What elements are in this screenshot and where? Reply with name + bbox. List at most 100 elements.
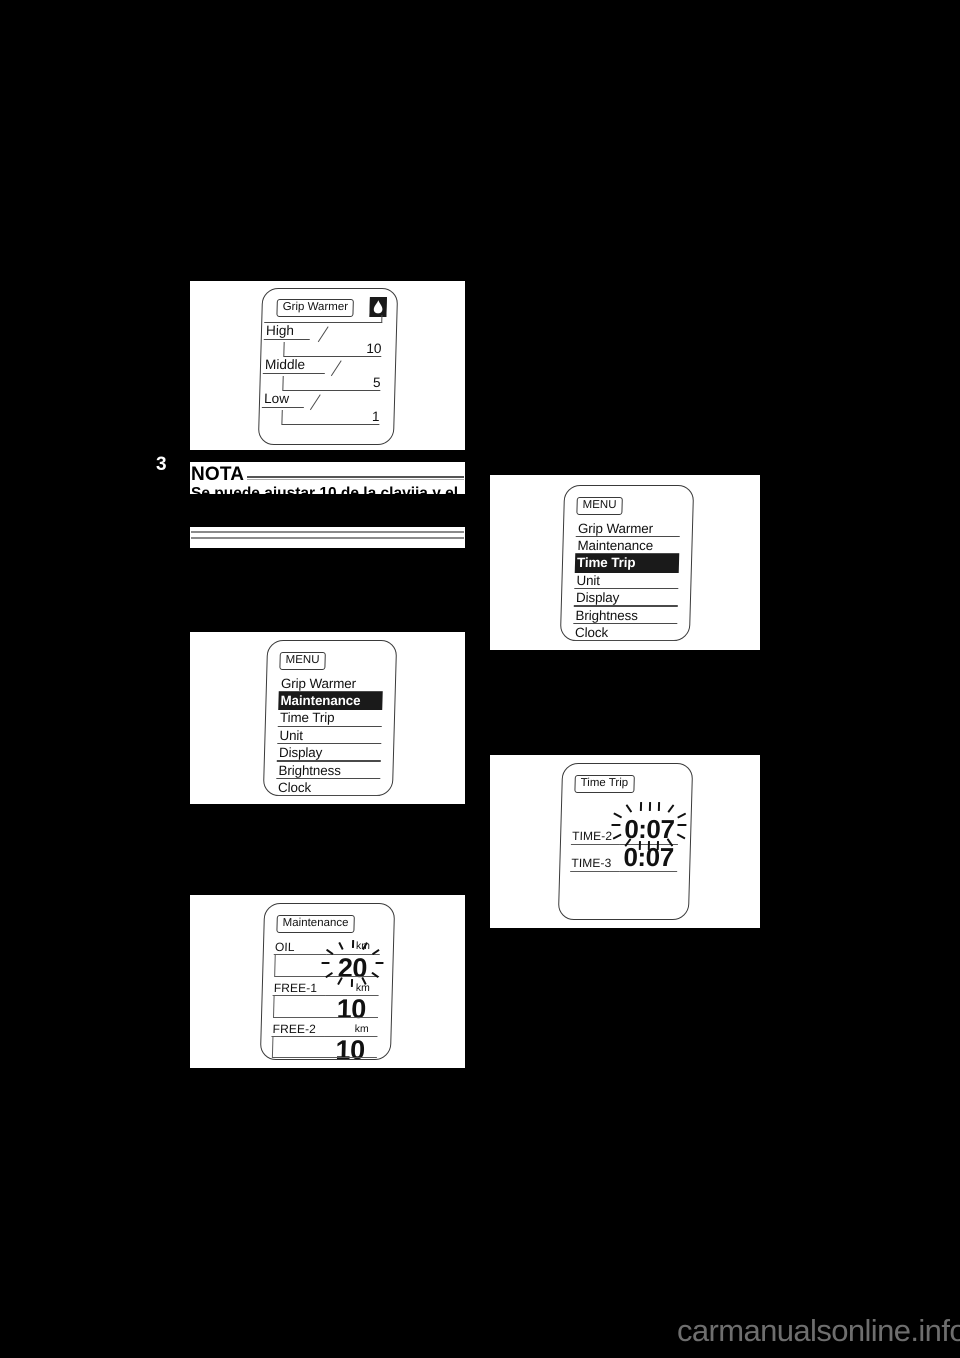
maintenance-unit-free2: km bbox=[354, 1023, 369, 1035]
menu-item-label: Unit bbox=[576, 572, 601, 588]
screen-title-chip: Time Trip bbox=[574, 775, 635, 793]
level-value-high: 10 bbox=[366, 341, 382, 356]
menu-item-label: Grip Warmer bbox=[577, 520, 654, 536]
level-rule-high bbox=[263, 339, 310, 341]
menu-item-brightness[interactable]: Brightness bbox=[571, 608, 679, 625]
menu-list: Grip Warmer Maintenance Time Trip Unit D… bbox=[571, 521, 682, 643]
lcd-screen-maintenance: Maintenance OIL km 20 FREE-1 km 10 FREE-… bbox=[259, 903, 396, 1065]
screen-title-chip: Grip Warmer bbox=[276, 299, 355, 317]
level-tick-low bbox=[281, 410, 284, 424]
figure-grip-warmer-levels: Grip Warmer High 10 Middle 5 Low 1 bbox=[190, 281, 465, 450]
menu-item-label: Clock bbox=[574, 624, 609, 640]
figure-maintenance-readout: Maintenance OIL km 20 FREE-1 km 10 FREE-… bbox=[190, 895, 465, 1068]
menu-item-brightness[interactable]: Brightness bbox=[274, 763, 382, 780]
maintenance-unit-oil: km bbox=[355, 940, 371, 952]
menu-item-label: Time Trip bbox=[279, 710, 335, 726]
lcd-screen-menu-maintenance: MENU Grip Warmer Maintenance Time Trip U… bbox=[262, 640, 398, 798]
menu-item-clock[interactable]: Clock bbox=[571, 625, 679, 642]
maintenance-rule-oil-left bbox=[273, 954, 327, 956]
menu-item-rule bbox=[276, 760, 381, 762]
menu-item-label: Clock bbox=[277, 779, 312, 795]
heat-icon bbox=[369, 297, 387, 317]
maintenance-tick-free2 bbox=[271, 1037, 274, 1057]
menu-item-clock[interactable]: Clock bbox=[274, 780, 382, 797]
menu-item-rule bbox=[277, 725, 382, 727]
menu-item-label: Time Trip bbox=[576, 555, 636, 571]
figure-menu-maintenance: MENU Grip Warmer Maintenance Time Trip U… bbox=[190, 632, 465, 804]
maintenance-unit-free1: km bbox=[355, 982, 370, 994]
maintenance-underline-free1 bbox=[272, 1017, 379, 1019]
menu-item-maintenance[interactable]: Maintenance bbox=[573, 538, 681, 555]
maintenance-value-free1: 10 bbox=[336, 994, 367, 1024]
level-label-low: Low bbox=[263, 391, 290, 406]
maintenance-label-free2: FREE-2 bbox=[272, 1022, 317, 1036]
maintenance-tick-oil bbox=[274, 955, 276, 976]
note-end-rule-lower bbox=[191, 537, 464, 540]
screen-divider-top-tick bbox=[381, 315, 383, 323]
menu-item-grip-warmer[interactable]: Grip Warmer bbox=[574, 521, 682, 538]
time-trip-label-time2: TIME-2 bbox=[571, 829, 613, 843]
level-slash-low bbox=[309, 394, 322, 411]
menu-item-label: Brightness bbox=[278, 762, 342, 778]
menu-item-label: Maintenance bbox=[577, 538, 654, 554]
note-heading-rule bbox=[247, 476, 464, 478]
menu-item-label: Maintenance bbox=[280, 693, 361, 709]
figure-menu-time-trip: MENU Grip Warmer Maintenance Time Trip U… bbox=[490, 475, 760, 650]
level-underline-low bbox=[281, 424, 380, 426]
note-end-rule-upper bbox=[191, 531, 464, 534]
maintenance-label-free1: FREE-1 bbox=[273, 981, 318, 995]
menu-item-rule bbox=[572, 640, 677, 642]
level-rule-low bbox=[261, 407, 304, 409]
level-rule-middle bbox=[262, 373, 325, 375]
menu-item-rule bbox=[275, 795, 380, 797]
menu-item-rule bbox=[575, 535, 680, 538]
level-label-middle: Middle bbox=[264, 357, 306, 372]
level-slash-high bbox=[317, 326, 329, 343]
time-trip-value-time3: 0:07 bbox=[623, 842, 675, 872]
menu-item-label: Grip Warmer bbox=[280, 675, 357, 691]
maintenance-rule-free2-left bbox=[271, 1036, 325, 1038]
maintenance-underline-free2 bbox=[271, 1057, 377, 1059]
menu-item-time-trip[interactable]: Time Trip bbox=[276, 710, 384, 727]
time-trip-label-time3: TIME-3 bbox=[571, 856, 612, 870]
menu-item-display[interactable]: Display bbox=[275, 745, 383, 762]
level-underline-middle bbox=[282, 390, 381, 392]
maintenance-underline-oil bbox=[274, 976, 380, 978]
maintenance-value-free2: 10 bbox=[335, 1035, 366, 1065]
menu-item-display[interactable]: Display bbox=[572, 590, 680, 607]
menu-item-rule bbox=[573, 605, 678, 607]
menu-item-grip-warmer[interactable]: Grip Warmer bbox=[277, 676, 385, 693]
menu-item-rule bbox=[574, 587, 679, 590]
menu-item-maintenance[interactable]: Maintenance bbox=[276, 692, 384, 711]
chapter-number: 3 bbox=[156, 454, 167, 475]
level-tick-middle bbox=[282, 376, 285, 390]
time-trip-rule-time3-left bbox=[570, 871, 620, 873]
site-watermark: carmanualsonline.info bbox=[677, 1313, 960, 1348]
menu-item-unit[interactable]: Unit bbox=[275, 728, 383, 745]
level-slash-middle bbox=[330, 360, 342, 377]
level-label-high: High bbox=[265, 323, 295, 338]
menu-item-label: Display bbox=[278, 745, 323, 761]
level-value-middle: 5 bbox=[372, 375, 381, 390]
menu-item-unit[interactable]: Unit bbox=[572, 573, 680, 590]
scan-occlusion-band bbox=[190, 494, 465, 527]
menu-item-label: Display bbox=[575, 590, 620, 606]
time-trip-rule-time2-left bbox=[570, 844, 620, 846]
maintenance-label-oil: OIL bbox=[274, 940, 295, 954]
time-trip-rule-time3-right bbox=[619, 871, 678, 873]
menu-item-time-trip[interactable]: Time Trip bbox=[573, 554, 681, 573]
level-tick-high bbox=[283, 342, 286, 356]
maintenance-rule-free1-left bbox=[272, 995, 326, 997]
maintenance-tick-free1 bbox=[273, 996, 275, 1017]
screen-title-chip: MENU bbox=[576, 497, 623, 515]
time-trip-value-time2: 0:07 bbox=[623, 814, 675, 844]
level-value-low: 1 bbox=[371, 409, 380, 424]
screen-title-chip: Maintenance bbox=[276, 915, 355, 933]
note-heading-rule-thin bbox=[247, 479, 464, 480]
menu-list: Grip Warmer Maintenance Time Trip Unit D… bbox=[274, 676, 385, 798]
menu-item-label: Unit bbox=[279, 727, 304, 743]
lcd-screen-menu-time-trip: MENU Grip Warmer Maintenance Time Trip U… bbox=[559, 485, 695, 643]
note-heading: NOTA bbox=[191, 464, 245, 485]
screen-title-chip: MENU bbox=[279, 652, 326, 670]
lcd-screen-grip-warmer: Grip Warmer High 10 Middle 5 Low 1 bbox=[257, 288, 399, 445]
